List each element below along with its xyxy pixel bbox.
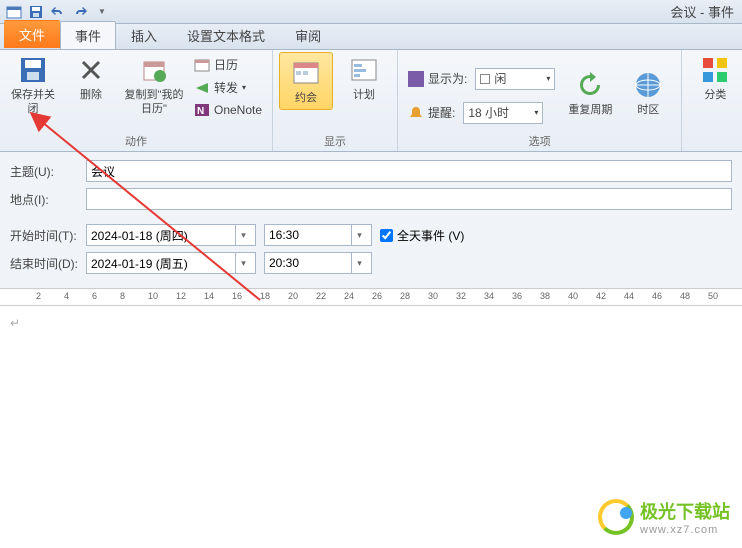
plan-button[interactable]: 计划: [337, 52, 391, 102]
recurrence-button[interactable]: 重复周期: [563, 67, 617, 117]
watermark-logo-icon: [598, 499, 634, 535]
tab-insert[interactable]: 插入: [116, 21, 172, 49]
ruler: // ruler ticks generated below 246810121…: [0, 288, 742, 306]
start-label: 开始时间(T):: [10, 227, 78, 244]
forward-button[interactable]: 转发 ▾: [190, 77, 266, 98]
end-label: 结束时间(D):: [10, 255, 78, 272]
show-as-select[interactable]: 闲 ▾: [475, 68, 555, 90]
watermark: 极光下载站 www.xz7.com: [598, 498, 730, 536]
editor-body[interactable]: ↵: [0, 306, 742, 506]
calendar-icon[interactable]: [4, 2, 24, 22]
form-area: 主题(U): 地点(I): 开始时间(T): 2024-01-18 (周四)▾ …: [0, 152, 742, 288]
group-tags: 分类 私密 !重要性 - ↓重要性 - 标记: [682, 50, 742, 151]
start-time-input[interactable]: 16:30▾: [264, 224, 372, 246]
location-input[interactable]: [86, 188, 732, 210]
delete-button[interactable]: 删除: [64, 52, 118, 102]
end-date-input[interactable]: 2024-01-19 (周五)▾: [86, 252, 256, 274]
save-and-close-button[interactable]: 保存并关闭: [6, 52, 60, 116]
undo-icon[interactable]: [48, 2, 68, 22]
end-time-input[interactable]: 20:30▾: [264, 252, 372, 274]
location-label: 地点(I):: [10, 191, 78, 208]
start-date-input[interactable]: 2024-01-18 (周四)▾: [86, 224, 256, 246]
onenote-button[interactable]: NOneNote: [190, 100, 266, 120]
categorize-button[interactable]: 分类: [688, 52, 742, 102]
subject-input[interactable]: [86, 160, 732, 182]
group-options: 显示为: 闲 ▾ 提醒: 18 小时▾ 重复周期: [398, 50, 682, 151]
timezone-button[interactable]: 时区: [621, 67, 675, 117]
tab-file[interactable]: 文件: [4, 20, 60, 48]
allday-checkbox[interactable]: 全天事件 (V): [380, 227, 464, 244]
copy-to-calendar-button[interactable]: 复制到"我的日历": [122, 52, 186, 116]
qat-dropdown-icon[interactable]: ▼: [92, 2, 112, 22]
appointment-button[interactable]: 约会: [279, 52, 333, 110]
reminder-select[interactable]: 18 小时▾: [463, 102, 543, 124]
subject-label: 主题(U):: [10, 163, 78, 180]
tab-review[interactable]: 审阅: [280, 21, 336, 49]
show-as-icon: [408, 71, 424, 87]
ribbon-tabs: 文件 事件 插入 设置文本格式 审阅: [0, 24, 742, 50]
save-icon[interactable]: [26, 2, 46, 22]
group-actions: 保存并关闭 删除 复制到"我的日历" 日历 转发 ▾ NOneNote 动作: [0, 50, 273, 151]
svg-text:N: N: [197, 106, 204, 117]
reminder-row: 提醒: 18 小时▾: [404, 100, 559, 126]
quick-access-toolbar: ▼: [0, 2, 116, 22]
ribbon: 保存并关闭 删除 复制到"我的日历" 日历 转发 ▾ NOneNote 动作 约…: [0, 50, 742, 152]
bell-icon: [408, 105, 424, 121]
redo-icon[interactable]: [70, 2, 90, 22]
show-as-row: 显示为: 闲 ▾: [404, 66, 559, 92]
window-title: 会议 - 事件: [670, 2, 734, 21]
tab-event[interactable]: 事件: [60, 21, 116, 49]
calendar-button[interactable]: 日历: [190, 54, 266, 75]
group-show: 约会 计划 显示: [273, 50, 398, 151]
tab-format[interactable]: 设置文本格式: [172, 21, 280, 49]
